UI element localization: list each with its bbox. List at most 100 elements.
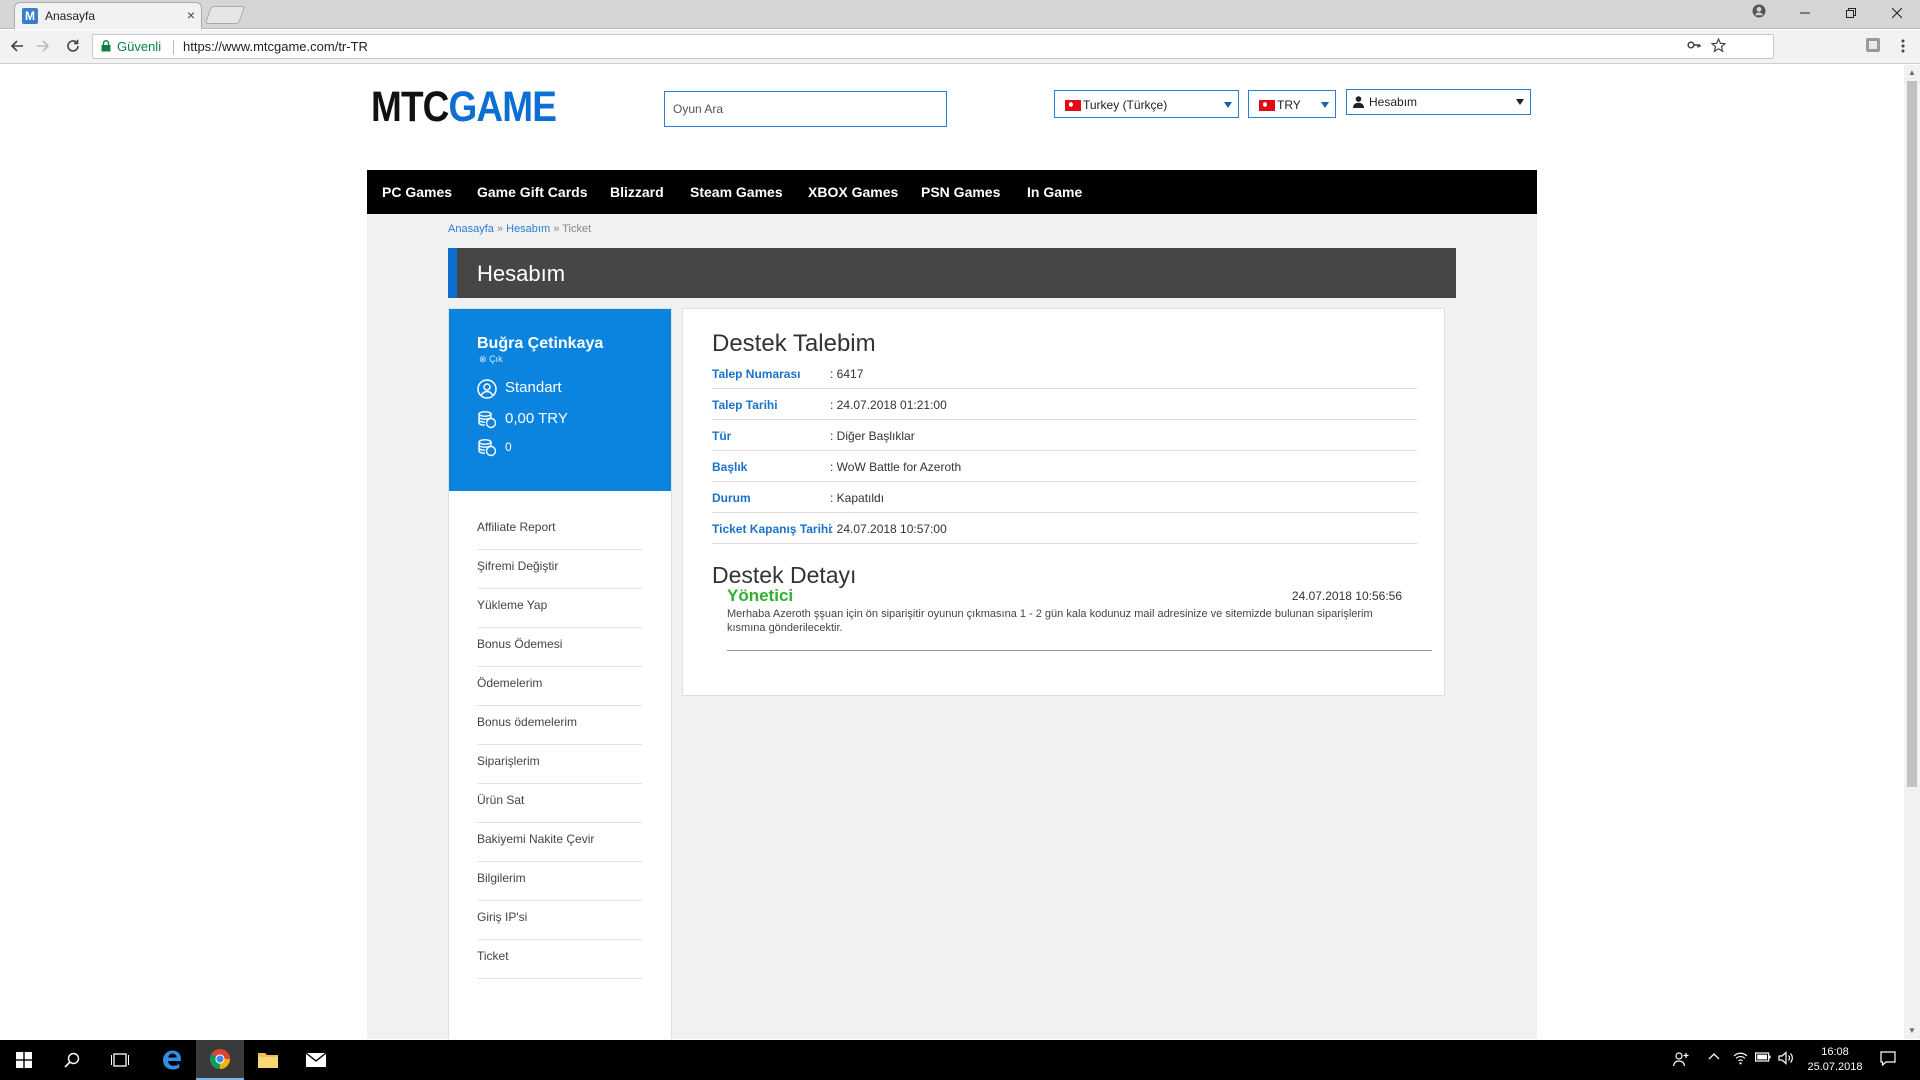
system-clock[interactable]: 16:08 25.07.2018	[1805, 1045, 1865, 1075]
user-circle-icon	[477, 379, 497, 399]
url-text[interactable]: https://www.mtcgame.com/tr-TR	[183, 39, 368, 54]
menu-bonus-payment[interactable]: Bonus Ödemesi	[477, 628, 642, 667]
ticket-panel: Destek Talebim Talep Numarası : 6417 Tal…	[682, 308, 1445, 696]
account-value: Hesabım	[1369, 95, 1418, 109]
nav-psn-games[interactable]: PSN Games	[921, 184, 1000, 200]
edge-browser-icon[interactable]	[148, 1040, 196, 1080]
coins-icon	[478, 411, 497, 429]
detail-heading: Destek Detayı	[712, 562, 857, 588]
menu-cash-out[interactable]: Bakiyemi Nakite Çevir	[477, 823, 642, 862]
browser-tab-strip: M Anasayfa ×	[0, 0, 1920, 29]
menu-my-info[interactable]: Bilgilerim	[477, 862, 642, 901]
language-value: Turkey (Türkçe)	[1083, 98, 1168, 112]
bookmark-star-icon[interactable]	[1710, 37, 1727, 57]
coins-icon	[478, 439, 497, 457]
message-date: 24.07.2018 10:56:56	[1291, 589, 1402, 603]
browser-tab[interactable]: M Anasayfa ×	[14, 2, 202, 29]
close-window-button[interactable]	[1874, 0, 1920, 29]
nav-steam-games[interactable]: Steam Games	[690, 184, 783, 200]
nav-pc-games[interactable]: PC Games	[382, 184, 452, 200]
language-select[interactable]: Turkey (Türkçe)	[1054, 90, 1239, 118]
membership-level: Standart	[505, 379, 562, 396]
currency-select[interactable]: TRY	[1248, 90, 1336, 118]
key-icon[interactable]	[1687, 38, 1701, 56]
profile-icon[interactable]	[1736, 0, 1782, 29]
menu-affiliate-report[interactable]: Affiliate Report	[477, 511, 642, 550]
file-explorer-icon[interactable]	[244, 1040, 292, 1080]
minimize-button[interactable]	[1782, 0, 1828, 29]
notification-center-icon[interactable]	[1880, 1051, 1896, 1069]
ticket-field-value: : 24.07.2018 10:57:00	[830, 522, 947, 536]
breadcrumb: Anasayfa » Hesabım » Ticket	[448, 223, 591, 235]
breadcrumb-current: Ticket	[562, 223, 592, 235]
chevron-down-icon	[1321, 102, 1329, 108]
logout-link[interactable]: ⊗ Çık	[479, 354, 503, 365]
ticket-field-label: Başlık	[712, 460, 748, 474]
menu-bonus-payments[interactable]: Bonus ödemelerim	[477, 706, 642, 745]
logout-label: Çık	[489, 354, 503, 364]
web-page: MTCGAME Turkey (Türkçe) TRY Hesabım PC G…	[0, 65, 1904, 1039]
reload-icon[interactable]	[61, 35, 85, 59]
address-bar[interactable]: Güvenli https://www.mtcgame.com/tr-TR	[92, 34, 1774, 59]
page-header: Hesabım	[448, 248, 1456, 298]
game-search-input[interactable]	[664, 91, 947, 127]
account-menu: Affiliate Report Şifremi Değiştir Yüklem…	[477, 511, 642, 979]
menu-ticket[interactable]: Ticket	[477, 940, 642, 979]
breadcrumb-separator: »	[496, 223, 504, 235]
search-icon[interactable]	[48, 1040, 96, 1080]
ticket-field-label: Talep Tarihi	[712, 398, 778, 412]
scroll-thumb[interactable]	[1907, 81, 1917, 787]
ticket-row-status: Durum : Kapatıldı	[712, 482, 1417, 513]
page-scrollbar[interactable]: ▲ ▼	[1904, 65, 1920, 1039]
nav-game-gift-cards[interactable]: Game Gift Cards	[477, 184, 587, 200]
menu-orders[interactable]: Siparişlerim	[477, 745, 642, 784]
people-icon[interactable]	[1672, 1051, 1689, 1070]
ticket-field-label: Ticket Kapanış Tarihi	[712, 522, 832, 536]
logo-part-mtc: MTC	[371, 83, 449, 131]
mtcgame-logo[interactable]: MTCGAME	[371, 83, 557, 132]
logo-part-game: GAME	[448, 83, 557, 131]
nav-xbox-games[interactable]: XBOX Games	[808, 184, 898, 200]
windows-start-icon[interactable]	[0, 1040, 48, 1080]
ticket-row-subject: Başlık : WoW Battle for Azeroth	[712, 451, 1417, 482]
tab-close-icon[interactable]: ×	[187, 7, 195, 23]
chevron-up-icon[interactable]	[1708, 1051, 1720, 1066]
menu-change-password[interactable]: Şifremi Değiştir	[477, 550, 642, 589]
scroll-down-icon[interactable]: ▼	[1904, 1023, 1920, 1039]
nav-in-game[interactable]: In Game	[1027, 184, 1082, 200]
volume-icon[interactable]	[1778, 1051, 1794, 1068]
ticket-row-close-date: Ticket Kapanış Tarihi : 24.07.2018 10:57…	[712, 513, 1417, 544]
profile-card: Buğra Çetinkaya ⊗ Çık Standart 0,00 TRY …	[449, 309, 671, 491]
task-view-icon[interactable]	[96, 1040, 144, 1080]
mail-icon[interactable]	[292, 1040, 340, 1080]
currency-value: TRY	[1277, 98, 1301, 112]
breadcrumb-account[interactable]: Hesabım	[506, 223, 550, 235]
nav-blizzard[interactable]: Blizzard	[610, 184, 664, 200]
wifi-icon[interactable]	[1733, 1051, 1748, 1068]
new-tab-button[interactable]	[204, 6, 246, 24]
ticket-field-label: Tür	[712, 429, 732, 443]
ticket-row-type: Tür : Diğer Başlıklar	[712, 420, 1417, 451]
menu-payments[interactable]: Ödemelerim	[477, 667, 642, 706]
menu-top-up[interactable]: Yükleme Yap	[477, 589, 642, 628]
address-separator	[173, 40, 174, 55]
chrome-browser-icon[interactable]	[196, 1040, 244, 1080]
forward-arrow-icon[interactable]	[31, 35, 55, 59]
menu-sell-product[interactable]: Ürün Sat	[477, 784, 642, 823]
battery-icon[interactable]	[1755, 1051, 1771, 1066]
bonus-amount: 0	[505, 440, 512, 454]
ticket-field-value: : WoW Battle for Azeroth	[830, 460, 962, 474]
scroll-up-icon[interactable]: ▲	[1904, 65, 1920, 81]
ticket-row-number: Talep Numarası : 6417	[712, 358, 1417, 389]
restore-button[interactable]	[1828, 0, 1874, 29]
windows-taskbar: 16:08 25.07.2018	[0, 1040, 1920, 1080]
chrome-menu-icon[interactable]	[1891, 35, 1915, 59]
menu-login-ip[interactable]: Giriş IP'si	[477, 901, 642, 940]
back-arrow-icon[interactable]	[5, 35, 29, 59]
chevron-down-icon	[1224, 102, 1232, 108]
extension-icon[interactable]	[1861, 35, 1885, 59]
account-select[interactable]: Hesabım	[1346, 89, 1531, 115]
browser-toolbar: Güvenli https://www.mtcgame.com/tr-TR	[0, 30, 1920, 64]
ticket-field-value: : 6417	[830, 367, 864, 381]
breadcrumb-home[interactable]: Anasayfa	[448, 223, 494, 235]
